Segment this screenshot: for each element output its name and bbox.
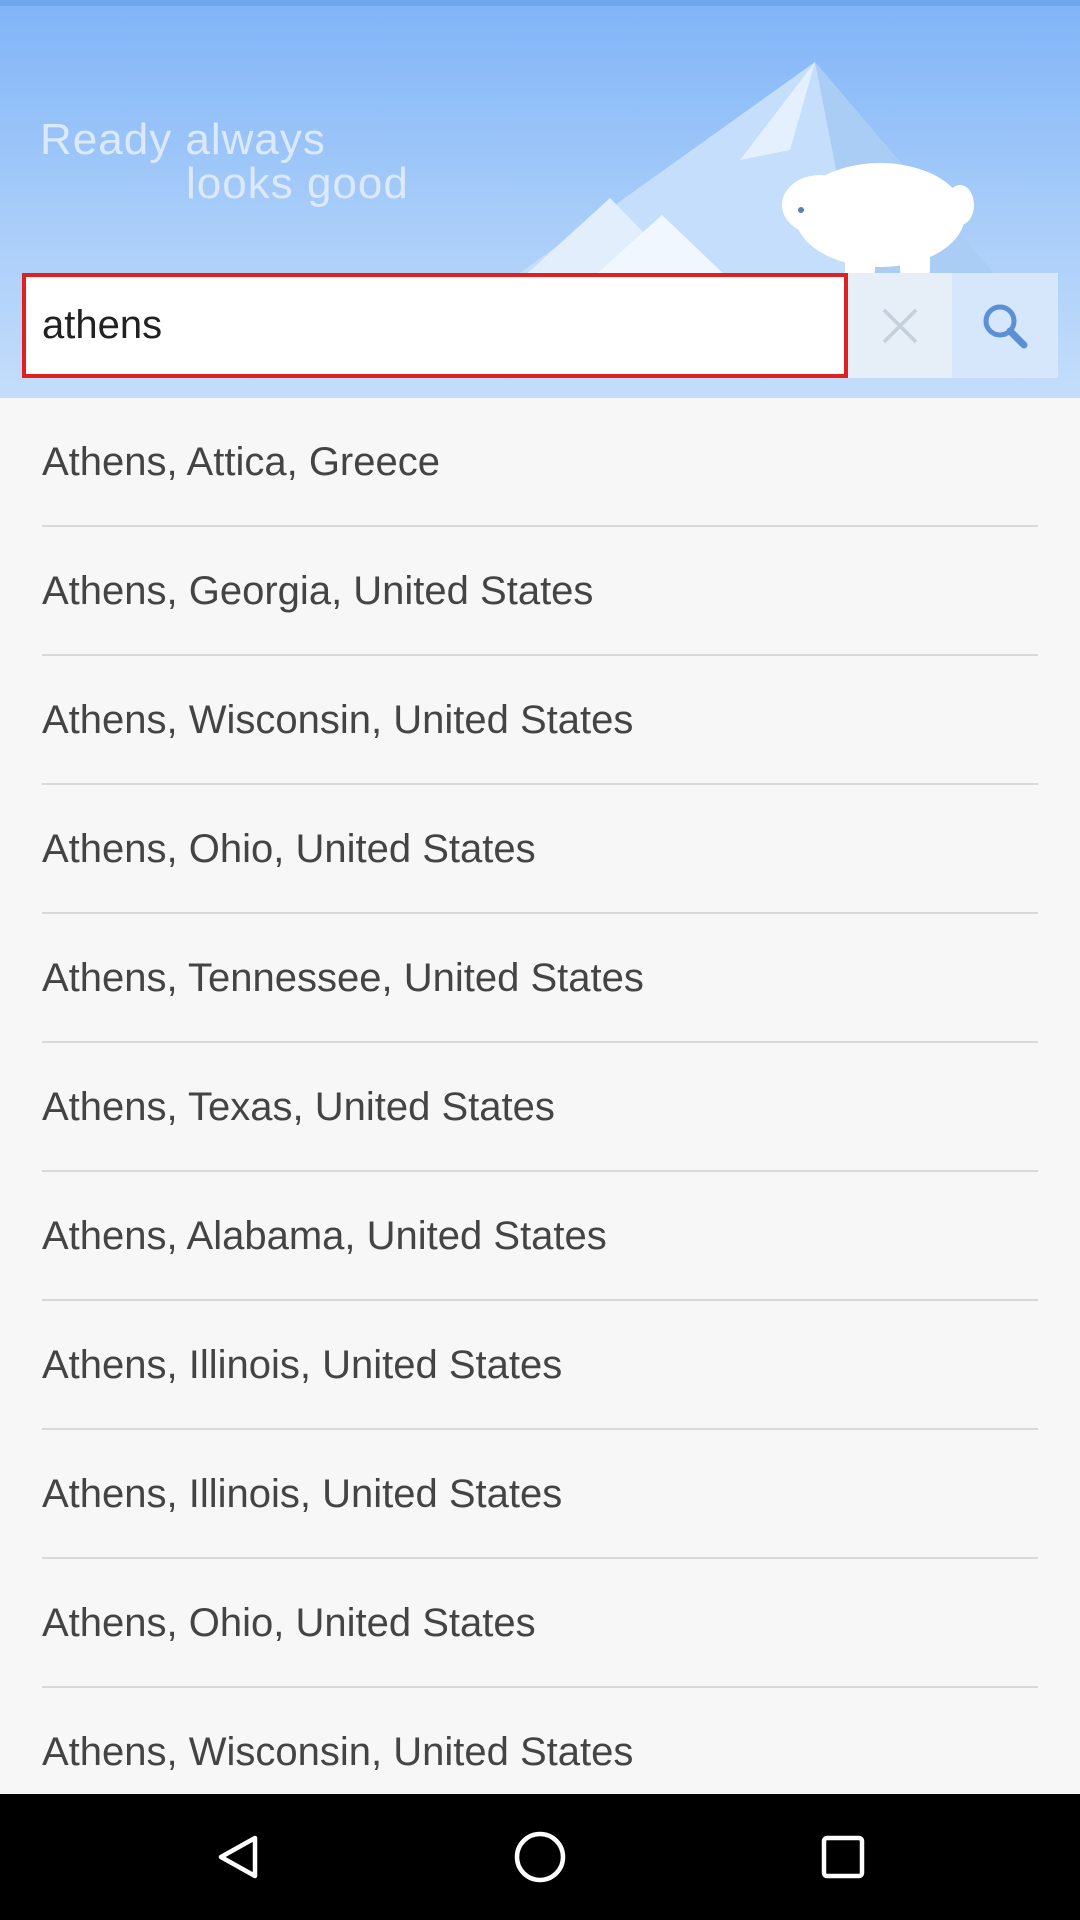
list-item[interactable]: Athens, Attica, Greece <box>0 398 1080 527</box>
list-item[interactable]: Athens, Alabama, United States <box>0 1172 1080 1301</box>
list-item-label: Athens, Georgia, United States <box>42 569 594 613</box>
navigation-bar <box>0 1794 1080 1920</box>
back-button[interactable] <box>158 1794 318 1920</box>
search-field-container[interactable] <box>22 273 848 378</box>
recents-button[interactable] <box>763 1794 923 1920</box>
home-button[interactable] <box>460 1794 620 1920</box>
back-triangle-icon <box>218 1835 258 1879</box>
list-item-label: Athens, Tennessee, United States <box>42 956 644 1000</box>
header-banner: Ready always looks good <box>0 0 1080 398</box>
list-item-label: Athens, Illinois, United States <box>42 1472 563 1516</box>
list-item-label: Athens, Attica, Greece <box>42 440 440 484</box>
list-item-label: Athens, Wisconsin, United States <box>42 698 634 742</box>
tagline-line-2: looks good <box>186 159 409 208</box>
clear-button[interactable] <box>848 273 952 378</box>
tagline-line-1: Ready always <box>40 115 326 164</box>
list-item[interactable]: Athens, Illinois, United States <box>0 1301 1080 1430</box>
tagline: Ready always looks good <box>40 118 409 206</box>
search-input[interactable] <box>26 303 844 348</box>
search-button[interactable] <box>952 273 1058 378</box>
list-item-label: Athens, Ohio, United States <box>42 1601 536 1645</box>
list-item-label: Athens, Wisconsin, United States <box>42 1730 634 1774</box>
list-item[interactable]: Athens, Wisconsin, United States <box>0 1688 1080 1794</box>
results-list: Athens, Attica, Greece Athens, Georgia, … <box>0 398 1080 1794</box>
list-item-label: Athens, Texas, United States <box>42 1085 555 1129</box>
close-icon <box>882 308 918 343</box>
search-bar <box>22 273 1058 378</box>
recents-square-icon <box>821 1835 865 1879</box>
list-item[interactable]: Athens, Wisconsin, United States <box>0 656 1080 785</box>
list-item[interactable]: Athens, Georgia, United States <box>0 527 1080 656</box>
list-item[interactable]: Athens, Illinois, United States <box>0 1430 1080 1559</box>
list-item[interactable]: Athens, Tennessee, United States <box>0 914 1080 1043</box>
home-circle-icon <box>514 1831 566 1883</box>
list-item-label: Athens, Ohio, United States <box>42 827 536 871</box>
list-item[interactable]: Athens, Ohio, United States <box>0 785 1080 914</box>
list-item-label: Athens, Alabama, United States <box>42 1214 607 1258</box>
list-item-label: Athens, Illinois, United States <box>42 1343 563 1387</box>
list-item[interactable]: Athens, Ohio, United States <box>0 1559 1080 1688</box>
search-icon <box>983 304 1028 348</box>
list-item[interactable]: Athens, Texas, United States <box>0 1043 1080 1172</box>
